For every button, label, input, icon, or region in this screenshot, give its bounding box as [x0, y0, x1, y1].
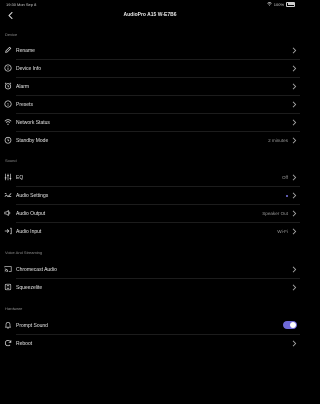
speaker-icon	[4, 210, 11, 216]
audio-settings-row[interactable]: Audio Settings	[0, 187, 300, 204]
standby-mode-row[interactable]: Standby Mode 2 minutes	[0, 132, 300, 149]
audio-output-label: Audio Output	[16, 210, 46, 217]
rename-label: Rename	[16, 47, 35, 54]
status-time: 19:30	[6, 1, 17, 7]
page-title: AudioPro A15 W-E7B6	[123, 11, 177, 18]
network-status-label: Network Status	[16, 119, 50, 126]
chromecast-audio-label: Chromecast Audio	[16, 266, 57, 273]
standby-mode-value: 2 minutes	[268, 137, 288, 143]
alarm-label: Alarm	[16, 83, 30, 90]
audio-settings-label: Audio Settings	[16, 192, 49, 199]
presets-label: Presets	[16, 101, 33, 108]
bell-icon	[5, 322, 11, 329]
chevron-right-icon	[292, 137, 297, 144]
audio-input-row[interactable]: Audio Input Wi-Fi	[0, 223, 300, 240]
status-right: 100%	[267, 1, 295, 7]
presets-icon: 1	[4, 100, 12, 108]
reboot-row[interactable]: Reboot	[0, 335, 300, 352]
network-status-row[interactable]: Network Status	[0, 114, 300, 131]
alarm-row[interactable]: Alarm	[0, 78, 300, 95]
info-icon	[4, 64, 12, 72]
standby-mode-label: Standby Mode	[16, 137, 49, 144]
section-header-hardware: Hardware	[5, 306, 23, 311]
device-info-label: Device Info	[16, 65, 42, 72]
equalizer-icon	[4, 173, 12, 181]
chevron-right-icon	[292, 119, 297, 126]
chevron-right-icon	[292, 192, 297, 199]
device-info-row[interactable]: Device Info	[0, 60, 300, 77]
reboot-icon	[4, 340, 12, 347]
chevron-right-icon	[292, 340, 297, 347]
chevron-right-icon	[292, 210, 297, 217]
settings-screen: 19:30 Mon Sep 8 100% AudioPro A15 W-E7B6…	[0, 0, 300, 404]
eq-row[interactable]: EQ Off	[0, 169, 300, 186]
squeezelite-icon	[4, 283, 12, 291]
battery-percent: 100%	[273, 1, 284, 7]
audio-output-row[interactable]: Audio Output Speaker Out	[0, 205, 300, 222]
alarm-clock-icon	[4, 82, 12, 90]
section-header-voice-streaming: Voice And Streaming	[5, 250, 43, 255]
eq-value: Off	[281, 174, 288, 180]
pencil-icon	[5, 46, 12, 53]
chevron-right-icon	[292, 47, 297, 54]
rename-row[interactable]: Rename	[0, 42, 300, 59]
chevron-right-icon	[292, 266, 297, 273]
audio-input-value: Wi-Fi	[277, 228, 288, 234]
chevron-right-icon	[292, 174, 297, 181]
audio-settings-icon	[4, 193, 12, 198]
wifi-icon	[4, 119, 12, 125]
chevron-right-icon	[292, 65, 297, 72]
status-bar: 19:30 Mon Sep 8 100%	[0, 0, 300, 8]
squeezelite-label: Squeezelite	[16, 284, 43, 291]
toggle-knob	[289, 321, 297, 329]
prompt-sound-row: Prompt Sound	[0, 317, 300, 334]
section-header-device: Device	[5, 32, 18, 37]
svg-text:1: 1	[7, 101, 10, 106]
chromecast-audio-row[interactable]: Chromecast Audio	[0, 261, 300, 278]
audio-output-value: Speaker Out	[262, 210, 288, 216]
cast-icon	[4, 266, 12, 273]
section-header-sound: Sound	[5, 158, 17, 163]
audio-input-icon	[4, 227, 12, 235]
reboot-label: Reboot	[16, 340, 33, 347]
chevron-right-icon	[292, 284, 297, 291]
squeezelite-row[interactable]: Squeezelite	[0, 279, 300, 296]
status-date: Mon Sep 8	[17, 1, 37, 7]
audio-input-label: Audio Input	[16, 228, 42, 235]
prompt-sound-toggle[interactable]	[283, 321, 297, 329]
eq-label: EQ	[16, 174, 24, 181]
presets-row[interactable]: 1 Presets	[0, 96, 300, 113]
battery-icon	[286, 1, 295, 7]
chevron-right-icon	[292, 228, 297, 235]
chevron-right-icon	[292, 101, 297, 108]
wifi-icon	[267, 2, 272, 6]
timer-icon	[4, 136, 12, 144]
chevron-right-icon	[292, 83, 297, 90]
nav-bar: AudioPro A15 W-E7B6	[0, 8, 300, 22]
notification-dot	[285, 194, 288, 197]
prompt-sound-label: Prompt Sound	[16, 322, 48, 329]
